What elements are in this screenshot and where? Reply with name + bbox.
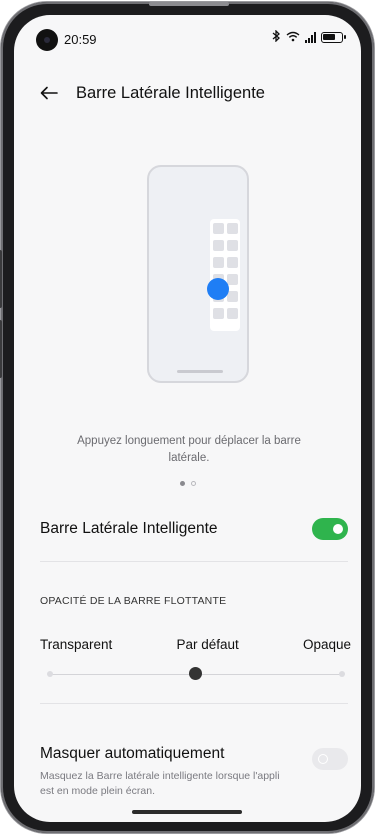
phone-illustration (147, 165, 249, 383)
opacity-option-opaque[interactable]: Opaque (303, 637, 351, 652)
status-time: 20:59 (64, 32, 97, 47)
signal-icon (305, 32, 316, 43)
opacity-slider-thumb[interactable] (189, 667, 202, 680)
divider (40, 561, 348, 562)
front-camera (36, 29, 58, 51)
sidebar-toggle-label: Barre Latérale Intelligente (40, 520, 218, 537)
arrow-left-icon (40, 86, 58, 100)
page-title: Barre Latérale Intelligente (76, 83, 265, 102)
app-header: Barre Latérale Intelligente (14, 77, 361, 109)
sidebar-app-slot (213, 308, 224, 319)
sidebar-app-slot (227, 291, 238, 302)
wifi-icon (286, 31, 300, 45)
device-top-edge (149, 2, 229, 6)
sidebar-toggle-row[interactable]: Barre Latérale Intelligente (14, 509, 361, 549)
volume-button (0, 320, 2, 378)
page-dot-active[interactable] (179, 481, 185, 486)
screen: 20:59 Barre Latérale Intelligente Appuye… (14, 15, 361, 822)
sidebar-app-slot (227, 308, 238, 319)
sidebar-app-slot (227, 240, 238, 251)
switch-knob (318, 754, 328, 764)
illustration-hint: Appuyez longuement pour déplacer la barr… (77, 435, 301, 464)
switch-knob (333, 524, 343, 534)
auto-hide-description: Masquez la Barre latérale intelligente l… (40, 770, 280, 797)
auto-hide-title: Masquer automatiquement (40, 745, 225, 762)
sidebar-toggle-switch[interactable] (312, 518, 348, 540)
bluetooth-icon (272, 29, 281, 45)
battery-icon (321, 32, 346, 43)
sidebar-preview (210, 219, 240, 331)
opacity-options: Transparent Par défaut Opaque (40, 637, 351, 652)
sidebar-app-slot (213, 257, 224, 268)
sidebar-app-slot (227, 274, 238, 285)
slider-tick (47, 671, 53, 677)
sidebar-app-slot (213, 240, 224, 251)
status-icons (272, 29, 346, 45)
slider-tick (339, 671, 345, 677)
opacity-option-transparent[interactable]: Transparent (40, 637, 112, 652)
sidebar-app-slot (227, 257, 238, 268)
floating-ball (207, 278, 229, 300)
illustration-home-bar (177, 370, 223, 373)
section-title: OPACITÉ DE LA BARRE FLOTTANTE (40, 595, 227, 607)
sidebar-app-slot (227, 223, 238, 234)
divider (40, 703, 348, 704)
page-dot[interactable] (190, 481, 196, 486)
page-indicator (14, 481, 361, 486)
sidebar-app-slot (213, 223, 224, 234)
home-indicator (132, 810, 242, 814)
back-button[interactable] (34, 78, 64, 108)
device-frame: 20:59 Barre Latérale Intelligente Appuye… (0, 2, 374, 833)
volume-button (0, 250, 2, 308)
auto-hide-switch[interactable] (312, 748, 348, 770)
opacity-option-default[interactable]: Par défaut (176, 637, 238, 652)
status-bar: 20:59 (14, 15, 361, 61)
